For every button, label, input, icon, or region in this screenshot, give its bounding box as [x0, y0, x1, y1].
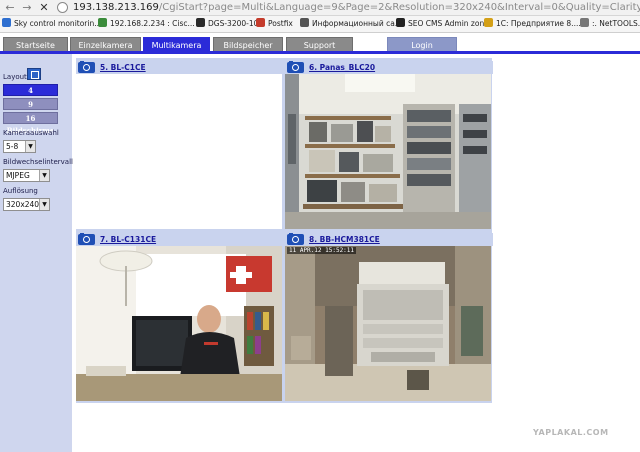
url-path: /CgiStart?page=Multi&Language=9&Page=2&R…	[158, 2, 640, 13]
address-bar: ← → ✕ 193.138.213.169/CgiStart?page=Mult…	[0, 0, 640, 16]
bookmark-item[interactable]: 192.168.2.234 : Cisc...	[98, 18, 195, 30]
resolution-label: Auflösung	[3, 187, 38, 195]
bookmark-label: Postfix	[268, 19, 293, 28]
camera-title-link[interactable]: 5. BL-C1CE	[100, 62, 146, 73]
layout-16-button[interactable]: 16 Bildschirme	[3, 112, 58, 135]
watermark-text: YAPLAKAL.COM	[533, 428, 609, 437]
server-room-image	[285, 74, 491, 229]
camera-icon[interactable]	[78, 61, 95, 73]
layout-icon	[27, 68, 41, 80]
bookmark-favicon-icon	[256, 18, 265, 27]
camera-icon[interactable]	[287, 61, 304, 73]
camera-header: 8. BB-HCM381CE	[285, 233, 493, 246]
chevron-down-icon: ▼	[25, 141, 35, 152]
camera-select-label: Kameraauswahl	[3, 129, 59, 137]
printer-room-image	[285, 246, 491, 401]
bookmark-item[interactable]: :. NetTOOLS.r	[580, 18, 640, 30]
camera-title-link[interactable]: 7. BL-C131CE	[100, 234, 156, 245]
page-globe-icon	[57, 2, 68, 13]
chevron-down-icon: ▼	[39, 199, 49, 210]
camera-select[interactable]: 5-8 ▼	[3, 140, 36, 153]
bookmark-label: 192.168.2.234 : Cisc...	[110, 19, 195, 28]
bookmark-label: :. NetTOOLS.r	[592, 19, 640, 28]
sidebar: Layout 4 Bildschirme 9 Bildschirme 16 Bi…	[0, 54, 73, 452]
bookmarks-bar: Sky control monitorin... 192.168.2.234 :…	[0, 16, 640, 33]
bookmark-label: DGS-3200-10	[208, 19, 259, 28]
bookmark-favicon-icon	[196, 18, 205, 27]
menu-underline	[0, 51, 640, 54]
bookmark-favicon-icon	[580, 18, 589, 27]
chevron-down-icon: ▼	[39, 170, 49, 181]
resolution-select-value: 320x240	[6, 200, 40, 209]
camera-icon[interactable]	[78, 233, 95, 245]
bookmark-favicon-icon	[98, 18, 107, 27]
resolution-select[interactable]: 320x240 ▼	[3, 198, 50, 211]
interval-select[interactable]: MJPEG ▼	[3, 169, 50, 182]
login-button[interactable]: Login	[387, 37, 457, 52]
bookmark-label: Sky control monitorin...	[14, 19, 102, 28]
layout-label: Layout	[3, 73, 27, 81]
office-image	[76, 246, 282, 401]
tab-einzelkamera[interactable]: Einzelkamera	[70, 37, 141, 52]
stop-icon[interactable]: ✕	[37, 1, 51, 15]
main-menu: Startseite Einzelkamera Multikamera Bild…	[0, 33, 640, 54]
interval-select-value: MJPEG	[6, 171, 30, 180]
camera-feed-image[interactable]	[285, 74, 491, 229]
camera-web-page: Startseite Einzelkamera Multikamera Bild…	[0, 33, 640, 452]
camera-header: 5. BL-C1CE	[76, 61, 284, 74]
camera-header: 6. Panas_BLC20	[285, 61, 493, 74]
camera-timestamp: 11 APR.12 15:52:11	[287, 247, 357, 254]
url-field[interactable]: 193.138.213.169/CgiStart?page=Multi&Lang…	[73, 1, 640, 15]
bookmark-item[interactable]: 1С: Предприятие 8....	[484, 18, 581, 30]
camera-icon[interactable]	[287, 233, 304, 245]
bookmark-item[interactable]: DGS-3200-10	[196, 18, 258, 30]
bookmark-favicon-icon	[300, 18, 309, 27]
interval-label: Bildwechselintervall	[3, 158, 73, 166]
bookmark-item[interactable]: Postfix	[256, 18, 293, 30]
camera-select-value: 5-8	[6, 142, 19, 151]
bookmark-label: 1С: Предприятие 8....	[496, 19, 581, 28]
url-host: 193.138.213.169	[73, 2, 159, 13]
bookmark-favicon-icon	[484, 18, 493, 27]
bookmark-label: Информационный са...	[312, 19, 402, 28]
forward-arrow-icon[interactable]: →	[20, 1, 34, 15]
bookmark-item[interactable]: SEO CMS Admin zone	[396, 18, 489, 30]
camera-feed-image[interactable]: 11 APR.12 15:52:11	[285, 246, 491, 401]
tab-bildspeicher[interactable]: Bildspeicher	[213, 37, 283, 52]
camera-title-link[interactable]: 8. BB-HCM381CE	[309, 234, 380, 245]
bookmark-favicon-icon	[396, 18, 405, 27]
camera-feed-image[interactable]	[76, 246, 282, 401]
tab-support[interactable]: Support	[286, 37, 353, 52]
back-arrow-icon[interactable]: ←	[3, 1, 17, 15]
camera-header: 7. BL-C131CE	[76, 233, 284, 246]
tab-startseite[interactable]: Startseite	[3, 37, 68, 52]
camera-feed-empty[interactable]	[76, 74, 282, 229]
bookmark-item[interactable]: Sky control monitorin...	[2, 18, 101, 30]
layout-9-button[interactable]: 9 Bildschirme	[3, 98, 58, 121]
bookmark-item[interactable]: Информационный са...	[300, 18, 402, 30]
layout-4-button[interactable]: 4 Bildschirme	[3, 84, 58, 107]
camera-title-link[interactable]: 6. Panas_BLC20	[309, 62, 375, 73]
bookmark-favicon-icon	[2, 18, 11, 27]
bookmark-label: SEO CMS Admin zone	[408, 19, 489, 28]
